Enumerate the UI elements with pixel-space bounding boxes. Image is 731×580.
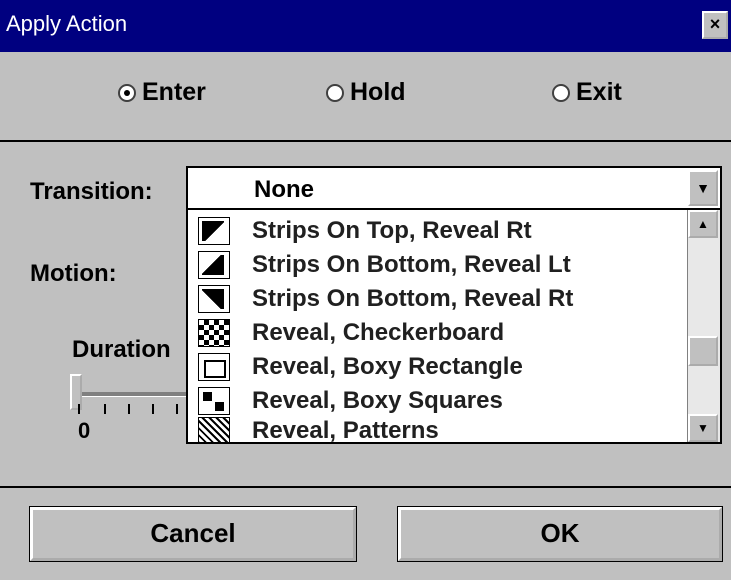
radio-exit-label: Exit	[576, 78, 622, 106]
title-bar: Apply Action ×	[0, 0, 731, 52]
divider-top	[0, 140, 731, 142]
boxy-squares-icon	[198, 387, 230, 415]
boxy-rectangle-icon	[198, 353, 230, 381]
radio-enter[interactable]: Enter	[118, 78, 206, 107]
window-title: Apply Action	[6, 11, 128, 36]
transition-selected-value: None	[254, 176, 314, 203]
slider-tick	[176, 404, 178, 414]
list-item[interactable]: Strips On Bottom, Reveal Lt	[198, 248, 678, 282]
radio-selected-icon	[118, 83, 136, 102]
motion-label: Motion:	[30, 260, 117, 287]
list-item-label: Strips On Top, Reveal Rt	[252, 217, 532, 244]
list-scrollbar[interactable]: ▲ ▼	[687, 210, 720, 442]
list-item-label: Reveal, Checkerboard	[252, 319, 505, 346]
transition-label: Transition:	[30, 178, 153, 205]
list-item-label: Reveal, Boxy Rectangle	[252, 353, 523, 380]
list-item[interactable]: Reveal, Boxy Squares	[198, 384, 678, 418]
slider-tick	[128, 404, 130, 414]
list-item[interactable]: Reveal, Boxy Rectangle	[198, 350, 678, 384]
close-icon: ×	[709, 14, 721, 34]
patterns-icon	[198, 417, 230, 442]
cancel-button[interactable]: Cancel	[29, 506, 357, 562]
radio-unselected-icon	[552, 83, 570, 102]
scroll-down-button[interactable]: ▼	[688, 414, 718, 442]
radio-hold[interactable]: Hold	[326, 78, 406, 107]
duration-value: 0	[78, 418, 91, 443]
slider-tick	[78, 404, 80, 414]
duration-slider-track[interactable]	[76, 392, 186, 397]
strips-bottom-right-icon	[198, 285, 230, 313]
ok-button[interactable]: OK	[397, 506, 723, 562]
checkerboard-icon	[198, 319, 230, 347]
dropdown-button[interactable]: ▼	[688, 170, 718, 206]
divider-bottom	[0, 486, 731, 488]
list-item-label: Strips On Bottom, Reveal Lt	[252, 251, 571, 278]
strips-top-icon	[198, 217, 230, 245]
chevron-down-icon: ▼	[697, 421, 709, 435]
list-item-label: Strips On Bottom, Reveal Rt	[252, 285, 574, 312]
list-item-label: Reveal, Patterns	[252, 417, 439, 444]
duration-slider-thumb[interactable]	[70, 374, 82, 410]
list-item-label: Reveal, Boxy Squares	[252, 387, 503, 414]
radio-exit[interactable]: Exit	[552, 78, 622, 107]
list-item[interactable]: Strips On Bottom, Reveal Rt	[198, 282, 678, 316]
radio-hold-label: Hold	[350, 78, 406, 106]
transition-options-list[interactable]: Strips On Top, Reveal Rt Strips On Botto…	[186, 208, 722, 444]
list-item[interactable]: Reveal, Patterns	[198, 414, 678, 444]
strips-bottom-left-icon	[198, 251, 230, 279]
list-item[interactable]: Strips On Top, Reveal Rt	[198, 214, 678, 248]
duration-label: Duration	[72, 336, 171, 363]
chevron-up-icon: ▲	[697, 217, 709, 231]
close-button[interactable]: ×	[702, 11, 728, 39]
scroll-up-button[interactable]: ▲	[688, 210, 718, 238]
list-item[interactable]: Reveal, Checkerboard	[198, 316, 678, 350]
scrollbar-thumb[interactable]	[688, 336, 718, 366]
chevron-down-icon: ▼	[696, 180, 710, 196]
transition-dropdown[interactable]: None ▼	[186, 166, 722, 210]
radio-enter-label: Enter	[142, 78, 206, 106]
slider-tick	[152, 404, 154, 414]
slider-tick	[104, 404, 106, 414]
radio-unselected-icon	[326, 83, 344, 102]
